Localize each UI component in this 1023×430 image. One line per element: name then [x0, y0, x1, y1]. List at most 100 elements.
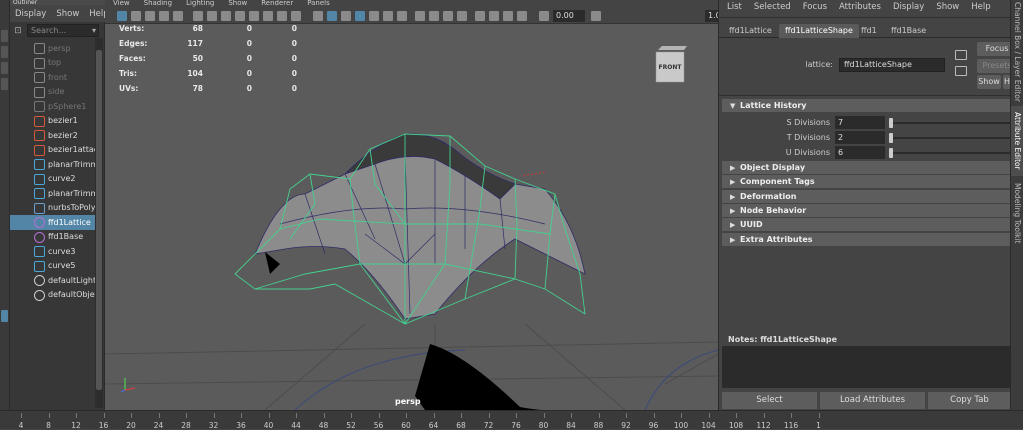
ae-menu-focus[interactable]: Focus [803, 2, 827, 12]
outliner-scrollbar[interactable] [95, 38, 103, 408]
section-collapsed[interactable]: ▶ UUID [722, 218, 1011, 232]
division-slider-track[interactable] [889, 152, 1011, 154]
outliner-item[interactable]: side [10, 85, 103, 100]
view-cube[interactable]: FRONT [654, 44, 688, 84]
section-collapsed[interactable]: ▶ Extra Attributes [722, 232, 1011, 246]
outliner-item[interactable]: front [10, 70, 103, 85]
division-slider-thumb[interactable] [889, 118, 893, 128]
xray-components-icon[interactable] [517, 11, 527, 21]
tab-modeling-toolkit[interactable]: Modeling Toolkit [1011, 178, 1023, 248]
ae-menu-selected[interactable]: Selected [754, 2, 791, 12]
outliner-item[interactable]: planarTrimm [10, 157, 103, 172]
outliner-filter-icon[interactable]: ⊡ [12, 25, 24, 37]
safe-title-icon[interactable] [291, 11, 301, 21]
ae-menu-show[interactable]: Show [936, 2, 959, 12]
section-collapsed[interactable]: ▶ Node Behavior [722, 203, 1011, 217]
tab-attribute-editor[interactable]: Attribute Editor [1011, 106, 1023, 176]
shadows-icon[interactable] [397, 11, 407, 21]
outliner-item[interactable]: defaultLightS [10, 273, 103, 288]
move-tool-icon[interactable] [1, 46, 8, 58]
section-collapsed[interactable]: ▶ Object Display [722, 161, 1011, 174]
load-attributes-button[interactable]: Load Attributes [820, 392, 925, 409]
outliner-item[interactable]: curve5 [10, 259, 103, 274]
grease-pencil-icon[interactable] [193, 11, 203, 21]
viewport-menu-lighting[interactable]: Lighting [186, 0, 214, 7]
exposure-icon[interactable] [539, 11, 549, 21]
layout-tool-icon[interactable] [1, 310, 8, 322]
ae-menu-help[interactable]: Help [971, 2, 990, 12]
outliner-item[interactable]: persp [10, 41, 103, 56]
outliner-item[interactable]: curve2 [10, 172, 103, 187]
xray-joints-icon[interactable] [503, 11, 513, 21]
tab-ffd1latticeshape[interactable]: ffd1LatticeShape [779, 24, 859, 38]
outliner-item[interactable]: pSphere1 [10, 99, 103, 114]
viewport-menu-shading[interactable]: Shading [144, 0, 172, 7]
ae-menu-list[interactable]: List [727, 2, 742, 12]
outliner-item[interactable]: defaultObjec [10, 288, 103, 303]
time-slider[interactable]: 4 8 12 16 20 24 28 32 36 40 44 48 52 56 60 64 68 72 76 80 84… [0, 410, 1023, 430]
gate-mask-icon[interactable] [249, 11, 259, 21]
wireframe-icon[interactable] [313, 11, 323, 21]
viewport-menu-show[interactable]: Show [228, 0, 247, 7]
outliner-menu-show[interactable]: Show [56, 9, 79, 19]
show-arrow-icon[interactable] [955, 66, 967, 76]
outliner-item[interactable]: bezier2 [10, 128, 103, 143]
division-slider-track[interactable] [889, 122, 1011, 124]
outliner-scroll-thumb[interactable] [96, 50, 102, 390]
division-slider-thumb[interactable] [889, 133, 893, 143]
outliner-item[interactable]: top [10, 56, 103, 71]
anti-aliasing-icon[interactable] [443, 11, 453, 21]
outliner-menu-display[interactable]: Display [15, 9, 46, 19]
lights-icon[interactable] [383, 11, 393, 21]
viewport-menu-renderer[interactable]: Renderer [261, 0, 293, 7]
copy-tab-button[interactable]: Copy Tab [928, 392, 1011, 409]
show-button[interactable]: Show [977, 75, 1001, 89]
viewport-panel[interactable]: View Shading Lighting Show Renderer Pane… [105, 0, 718, 410]
safe-action-icon[interactable] [277, 11, 287, 21]
division-slider-track[interactable] [889, 137, 1011, 139]
node-name-field[interactable]: ffd1LatticeShape [839, 58, 945, 72]
viewport-menu-view[interactable]: View [113, 0, 130, 7]
division-field[interactable]: 7 [835, 116, 885, 129]
ae-menu-attributes[interactable]: Attributes [839, 2, 881, 12]
viewport-scene[interactable] [105, 24, 718, 410]
motion-blur-icon[interactable] [429, 11, 439, 21]
gamma-field[interactable]: 1.00 [705, 10, 718, 22]
outliner-item[interactable]: bezier1attac [10, 143, 103, 158]
gamma-icon[interactable] [591, 11, 601, 21]
2d-pan-icon[interactable] [173, 11, 183, 21]
ambient-occlusion-icon[interactable] [415, 11, 425, 21]
division-field[interactable]: 2 [835, 131, 885, 144]
outliner-item[interactable]: ffd1Lattice [10, 215, 103, 230]
xray-icon[interactable] [489, 11, 499, 21]
scale-tool-icon[interactable] [1, 78, 8, 90]
section-collapsed[interactable]: ▶ Deformation [722, 189, 1011, 203]
tab-ffd1base[interactable]: ffd1Base [885, 24, 932, 38]
default-material-icon[interactable] [341, 11, 351, 21]
section-lattice-history[interactable]: ▼ Lattice History [722, 99, 1011, 112]
depth-of-field-icon[interactable] [457, 11, 467, 21]
rotate-tool-icon[interactable] [1, 62, 8, 74]
select-tool-icon[interactable] [1, 30, 8, 42]
smooth-shade-icon[interactable] [327, 11, 337, 21]
field-chart-icon[interactable] [263, 11, 273, 21]
camera-attributes-icon[interactable] [131, 11, 141, 21]
tab-ffd1[interactable]: ffd1 [855, 24, 883, 38]
isolate-select-icon[interactable] [475, 11, 485, 21]
wireframe-on-shaded-icon[interactable] [355, 11, 365, 21]
textured-icon[interactable] [369, 11, 379, 21]
tab-channel-box[interactable]: Channel Box / Layer Editor [1011, 0, 1023, 104]
outliner-item[interactable]: nurbsToPoly [10, 201, 103, 216]
grid-icon[interactable] [207, 11, 217, 21]
select-button[interactable]: Select [722, 392, 817, 409]
outliner-search-input[interactable]: Search... [27, 24, 99, 37]
tab-ffd1lattice[interactable]: ffd1Lattice [723, 24, 778, 38]
outliner-item[interactable]: bezier1 [10, 114, 103, 129]
resolution-gate-icon[interactable] [235, 11, 245, 21]
exposure-field[interactable]: 0.00 [553, 10, 585, 22]
bookmark-icon[interactable] [145, 11, 155, 21]
outliner-item[interactable]: curve3 [10, 244, 103, 259]
deformed-surface[interactable] [254, 133, 586, 320]
notes-textarea[interactable] [722, 346, 1011, 388]
ae-menu-display[interactable]: Display [893, 2, 924, 12]
